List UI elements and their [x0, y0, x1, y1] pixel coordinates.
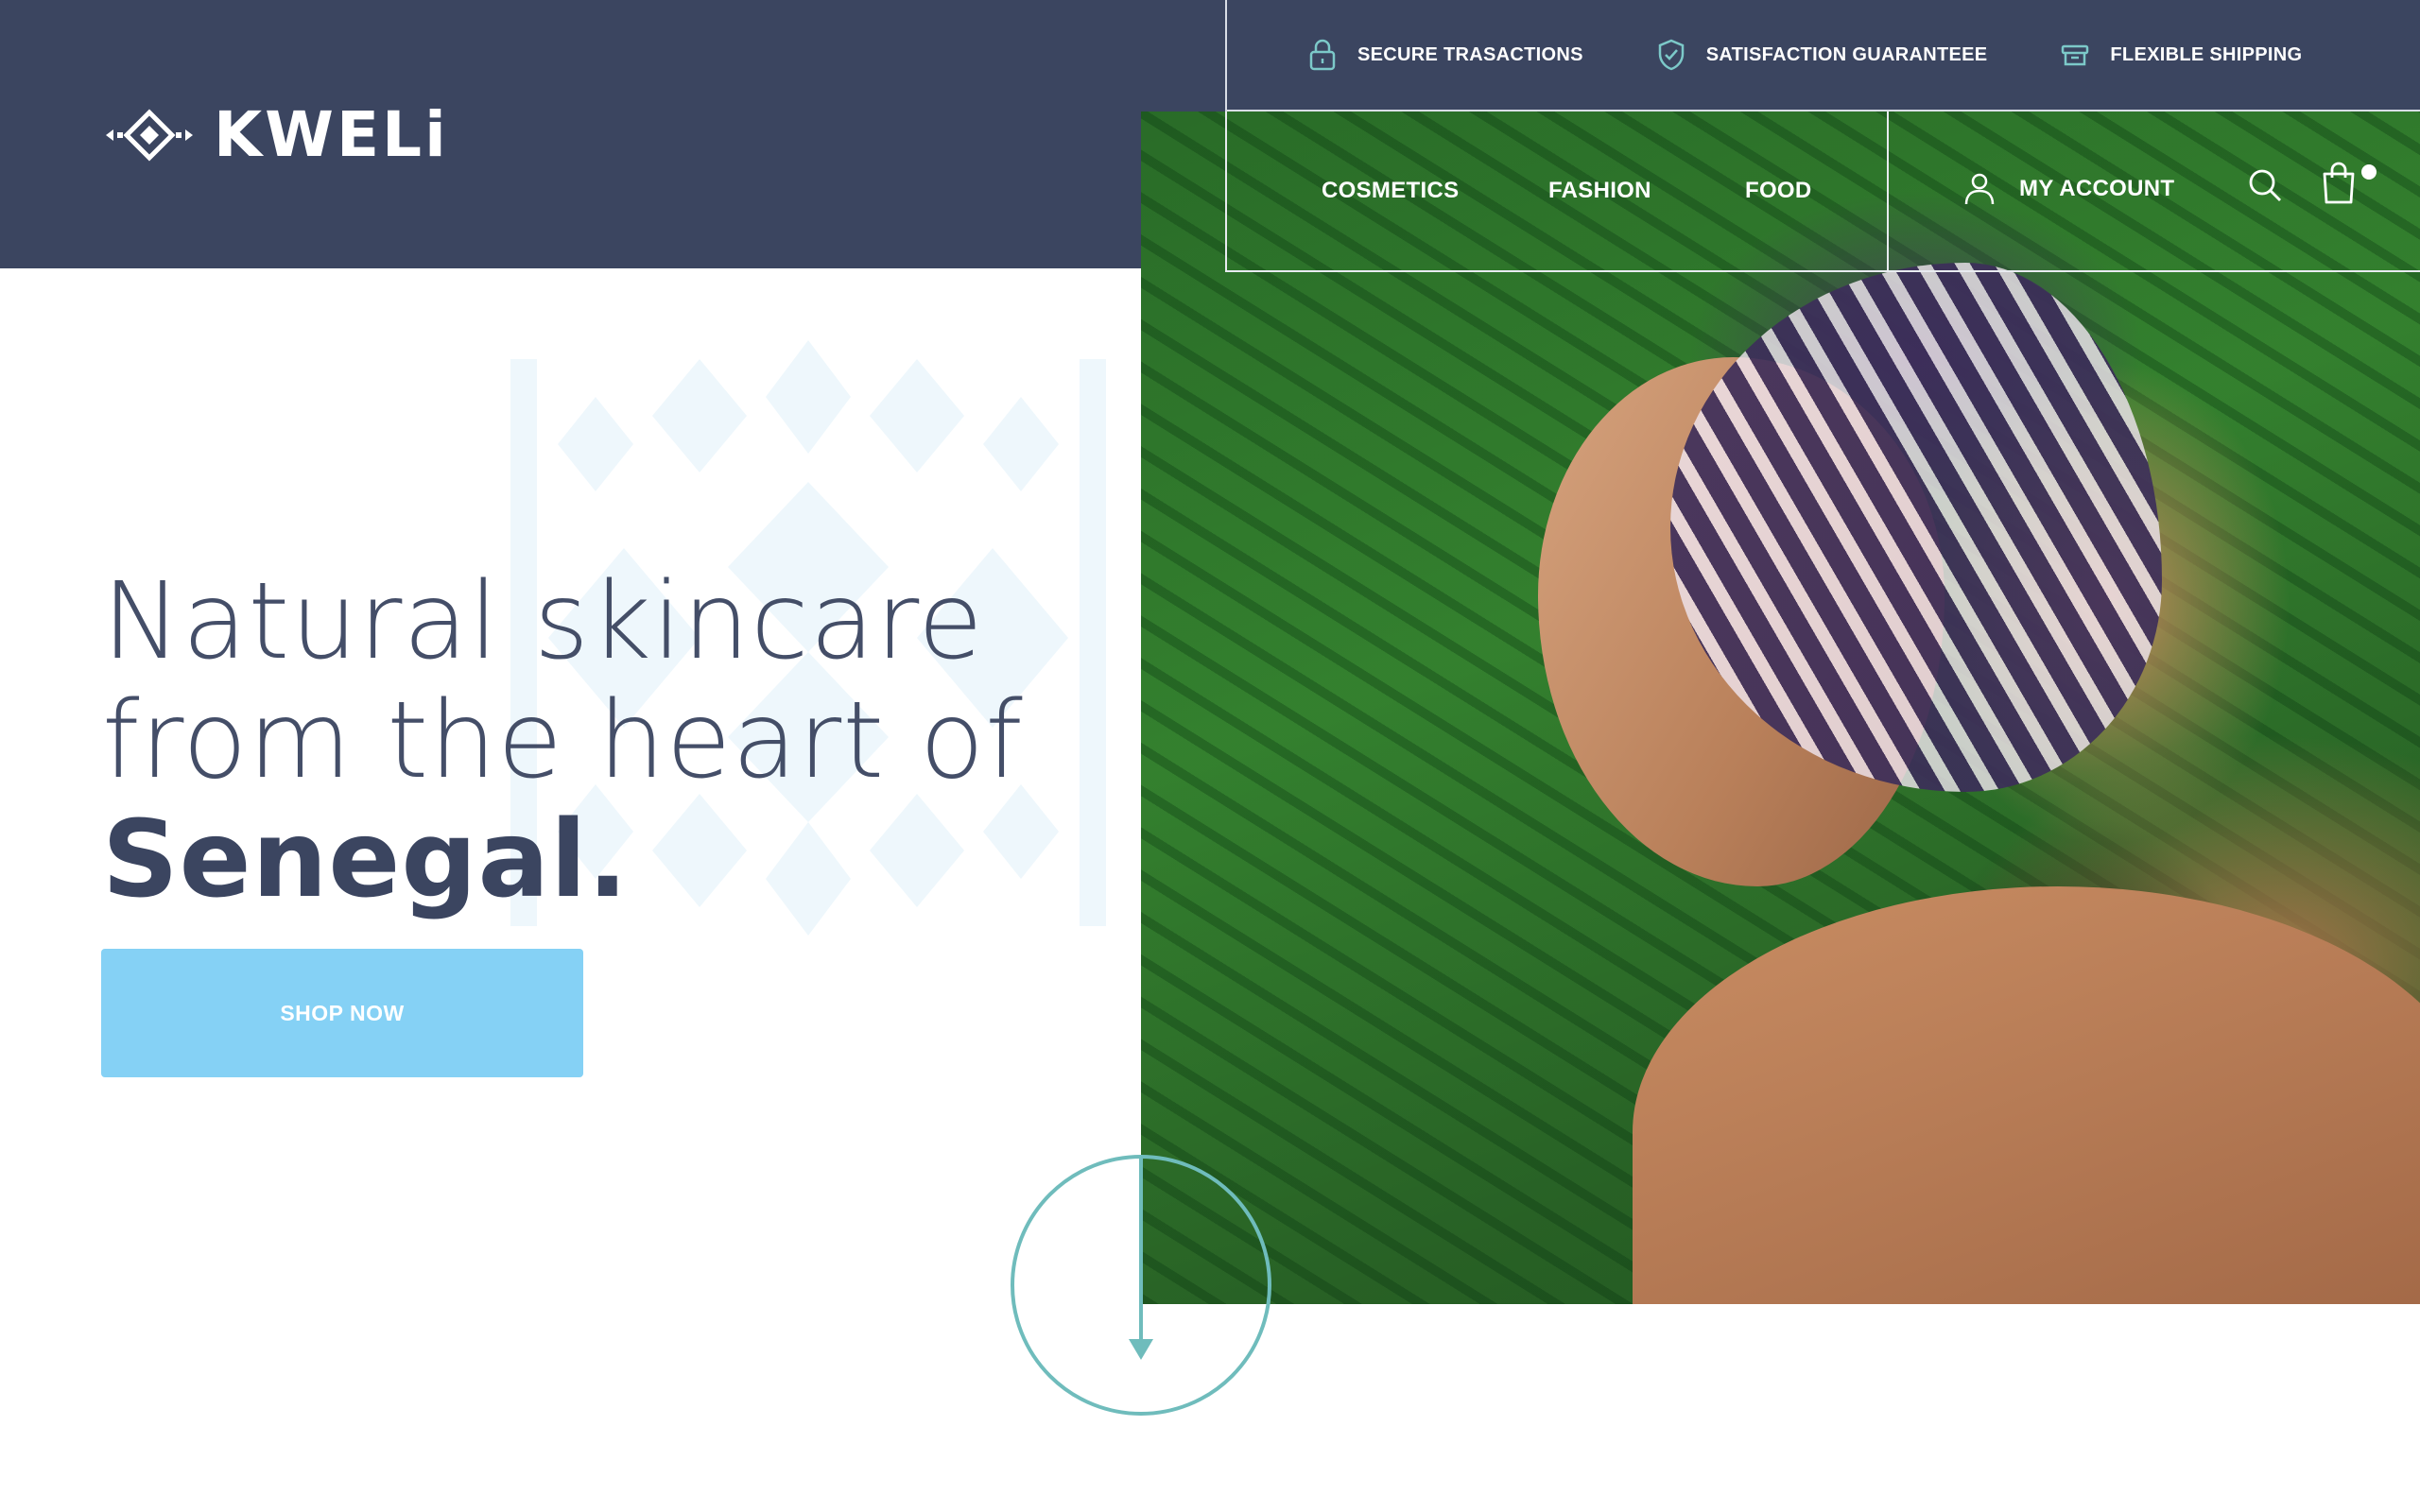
trust-item-secure: SECURE TRASACTIONS [1308, 39, 1583, 71]
diamond-logo-icon [106, 109, 193, 162]
hero-image [1141, 112, 2420, 1304]
trust-label-shipping: FLEXIBLE SHIPPING [2110, 43, 2303, 65]
user-icon [1964, 173, 1995, 205]
hero-image-shoulder [1633, 886, 2420, 1304]
nav-item-fashion[interactable]: FASHION [1548, 178, 1651, 204]
my-account-label: MY ACCOUNT [2019, 176, 2175, 201]
hero-headline: Natural skincare from the heart of Seneg… [102, 562, 1024, 919]
shield-check-icon [1658, 39, 1684, 71]
trust-label-guarantee: SATISFACTION GUARANTEEE [1705, 43, 1988, 65]
trust-item-guarantee: SATISFACTION GUARANTEEE [1657, 39, 1988, 71]
my-account-link[interactable]: MY ACCOUNT [1961, 170, 2174, 208]
hero-headline-line3: Senegal. [102, 799, 630, 922]
trust-item-shipping: FLEXIBLE SHIPPING [2061, 39, 2302, 71]
main-nav: COSMETICS FASHION FOOD MY ACCOUNT [1225, 112, 2420, 272]
brand-logo[interactable]: KWELi [106, 102, 449, 168]
hero-headline-line2: from the heart of [102, 679, 1024, 803]
trust-label-secure: SECURE TRASACTIONS [1357, 43, 1583, 65]
trust-bar: SECURE TRASACTIONS SATISFACTION GUARANTE… [1225, 0, 2420, 112]
scroll-down-button[interactable] [1010, 1154, 1272, 1417]
box-icon [2062, 44, 2089, 66]
hero-headline-line1: Natural skincare [102, 560, 984, 684]
nav-item-food[interactable]: FOOD [1745, 178, 1812, 204]
nav-divider [1887, 112, 1889, 270]
cart-badge-dot [2361, 164, 2377, 180]
search-icon[interactable] [2246, 166, 2284, 204]
arrow-down-icon [1129, 1339, 1153, 1360]
shopping-bag-icon[interactable] [2320, 161, 2358, 206]
lock-icon [1309, 39, 1336, 71]
shop-now-button[interactable]: SHOP NOW [101, 949, 583, 1077]
nav-item-cosmetics[interactable]: COSMETICS [1322, 178, 1459, 204]
brand-name: KWELi [214, 98, 449, 171]
